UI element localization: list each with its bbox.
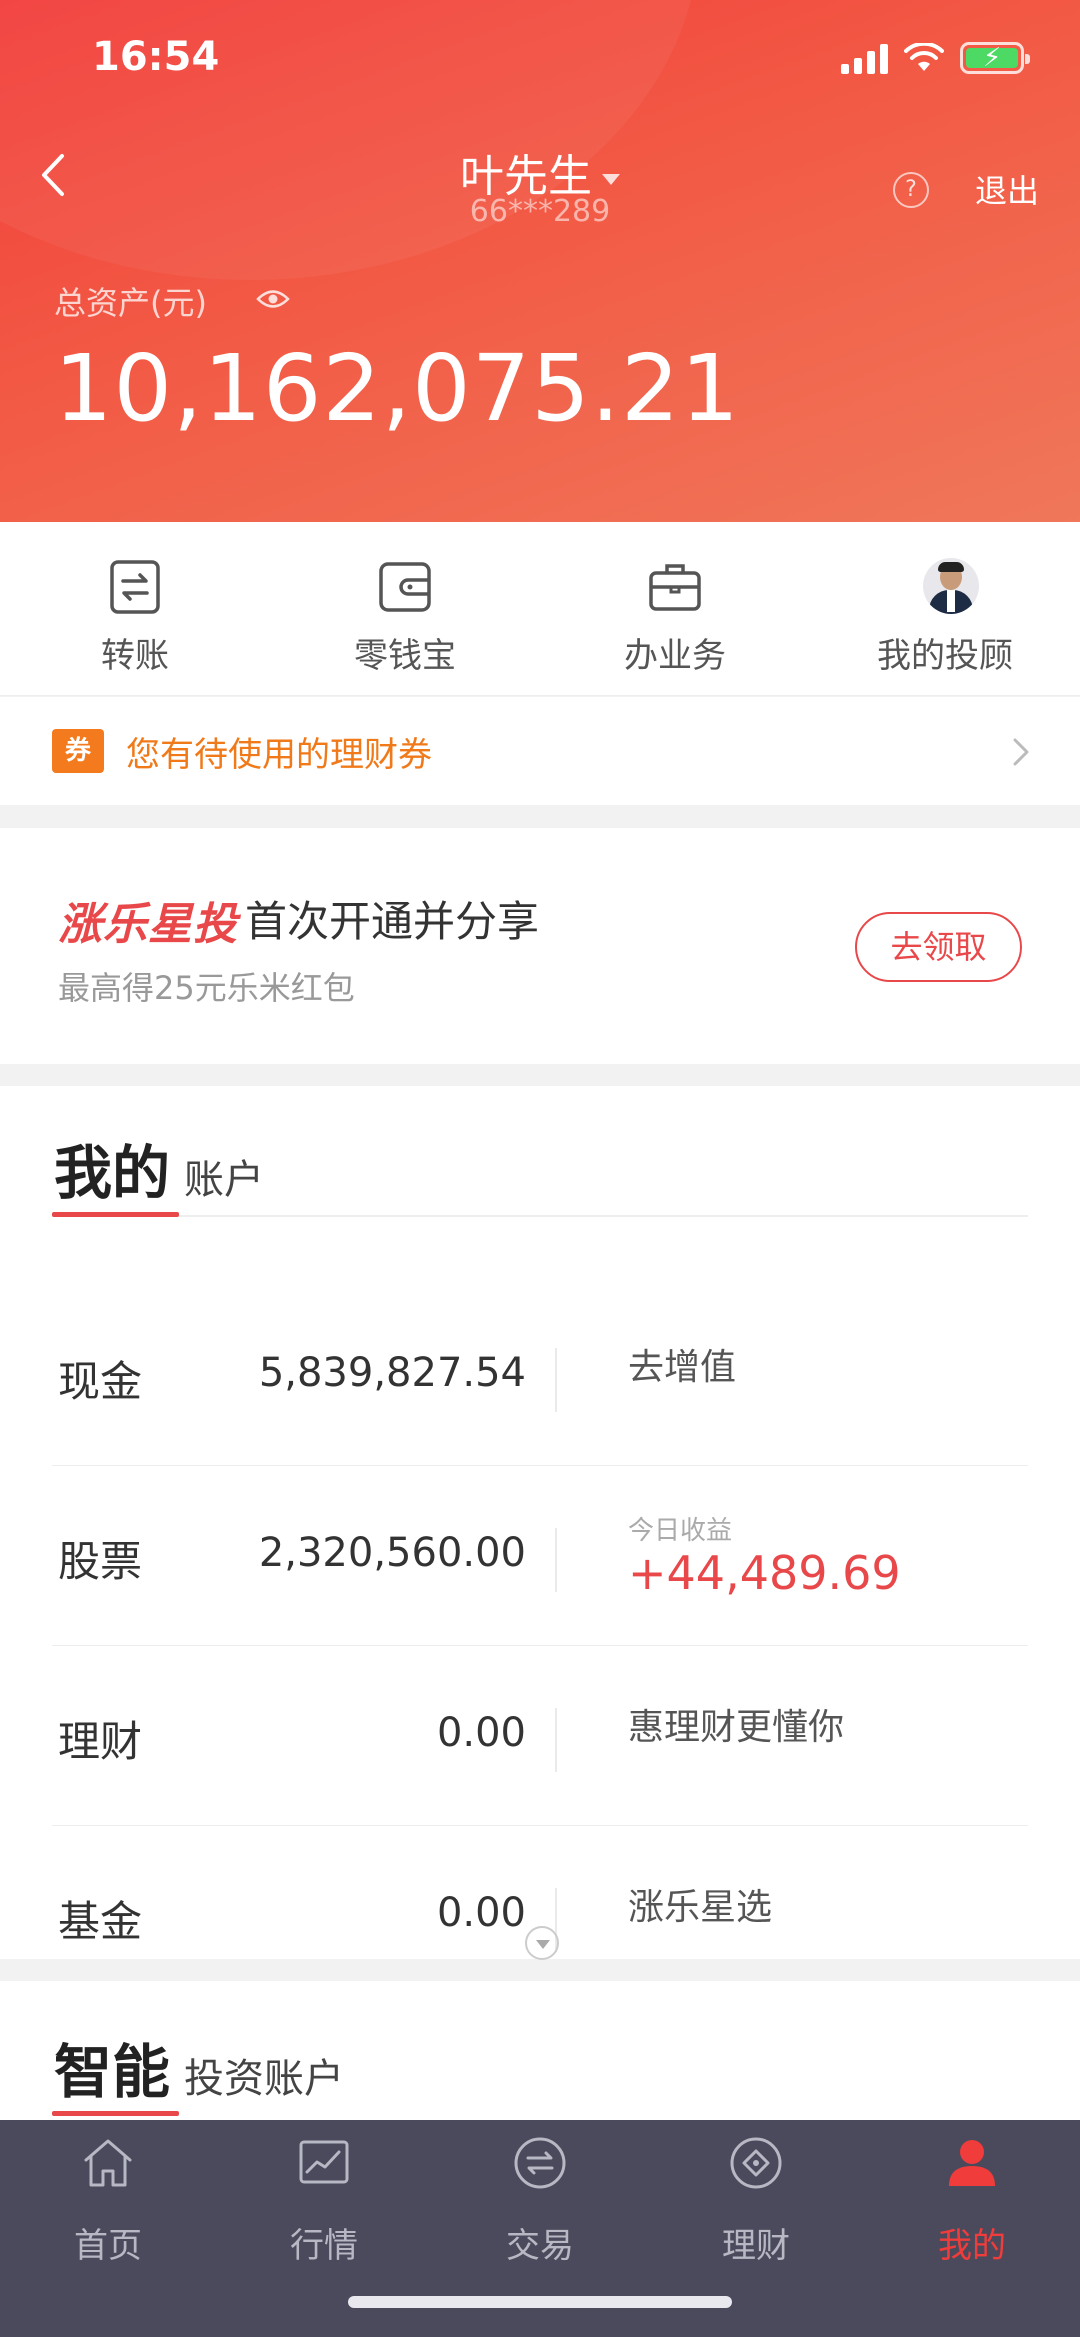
total-assets-label: 总资产(元) (54, 284, 207, 322)
signal-icon (841, 42, 888, 74)
section-title: 智能 投资账户 (54, 2025, 344, 2109)
row-action-link[interactable]: 惠理财更懂你 (628, 1698, 844, 1750)
section-title-main: 智能 (54, 2038, 171, 2106)
row-divider (555, 1348, 557, 1412)
section-title: 我的 账户 (54, 1126, 264, 1210)
my-account-section: 我的 账户 现金 5,839,827.54 去增值 股票 2,320,560.00… (0, 1086, 1080, 1960)
quick-action-wallet[interactable]: 零钱宝 (270, 522, 540, 696)
help-icon[interactable]: ? (893, 172, 929, 208)
section-title-main: 我的 (54, 1139, 171, 1207)
eye-icon[interactable] (256, 288, 290, 310)
section-title-sub: 账户 (184, 1157, 265, 1203)
tab-market[interactable]: 行情 (216, 2120, 432, 2300)
quick-action-label: 转账 (101, 636, 169, 676)
promo-card: 涨乐星投 首次开通并分享 最高得25元乐米红包 去领取 (0, 828, 1080, 1064)
row-amount: 0.00 (436, 1710, 526, 1756)
quick-action-label: 零钱宝 (354, 636, 456, 676)
finance-icon (730, 2137, 782, 2189)
advisor-avatar (923, 558, 979, 614)
row-name: 基金 (58, 1897, 143, 1946)
smart-investment-section: 智能 投资账户 (0, 1981, 1080, 2121)
status-icons: ⚡ (841, 38, 1030, 78)
row-amount: 5,839,827.54 (258, 1350, 526, 1396)
quick-action-label: 我的投顾 (877, 636, 1013, 676)
tab-label: 行情 (290, 2226, 358, 2266)
tab-label: 交易 (506, 2226, 574, 2266)
row-action-link[interactable]: 涨乐星选 (628, 1878, 772, 1930)
section-underline (52, 2111, 179, 2116)
coupon-text: 您有待使用的理财券 (126, 735, 432, 775)
today-earnings-value: +44,489.69 (628, 1546, 901, 1600)
promo-brand-logo: 涨乐星投 (58, 899, 238, 950)
quick-action-transfer[interactable]: 转账 (0, 522, 270, 696)
row-name: 理财 (58, 1717, 143, 1766)
account-row-stocks[interactable]: 股票 2,320,560.00 今日收益 +44,489.69 (52, 1466, 1028, 1646)
account-header: 16:54 ⚡ 叶先生 66***289 ? 退出 总资产(元) 10,162,… (0, 0, 1080, 522)
coupon-icon: 券 (52, 729, 104, 773)
trade-icon (514, 2137, 566, 2189)
home-indicator (348, 2296, 732, 2308)
wifi-icon (904, 43, 944, 71)
transfer-icon (110, 560, 160, 614)
coupon-banner[interactable]: 券 您有待使用的理财券 (0, 697, 1080, 805)
today-earnings-label: 今日收益 (628, 1516, 733, 1546)
wallet-icon (379, 562, 431, 612)
tab-home[interactable]: 首页 (0, 2120, 216, 2300)
quick-action-business[interactable]: 办业务 (540, 522, 810, 696)
row-amount: 0.00 (436, 1890, 526, 1936)
row-divider (555, 1528, 557, 1592)
profile-icon (949, 2140, 995, 2186)
row-amount: 2,320,560.00 (258, 1530, 526, 1576)
battery-icon: ⚡ (960, 42, 1030, 74)
quick-action-advisor[interactable]: 我的投顾 (810, 522, 1080, 696)
total-assets-value: 10,162,075.21 (54, 335, 741, 442)
quick-actions: 转账 零钱宝 办业务 我的投顾 (0, 522, 1080, 696)
claim-button[interactable]: 去领取 (855, 912, 1022, 982)
tab-finance[interactable]: 理财 (648, 2120, 864, 2300)
row-divider (555, 1708, 557, 1772)
promo-title: 首次开通并分享 (245, 897, 540, 946)
briefcase-icon (649, 564, 701, 611)
chevron-right-icon (1013, 738, 1029, 766)
row-action-link[interactable]: 去增值 (628, 1338, 736, 1390)
chart-icon (299, 2140, 349, 2184)
row-name: 股票 (58, 1537, 143, 1586)
tab-profile[interactable]: 我的 (864, 2120, 1080, 2300)
section-title-sub: 投资账户 (184, 2056, 345, 2102)
promo-subtitle: 最高得25元乐米红包 (58, 969, 355, 1007)
logout-button[interactable]: 退出 (975, 166, 1039, 212)
account-row-cash[interactable]: 现金 5,839,827.54 去增值 (52, 1286, 1028, 1466)
section-underline (52, 1212, 179, 1217)
section-divider (52, 1215, 1028, 1217)
tab-label: 我的 (938, 2226, 1006, 2266)
quick-action-label: 办业务 (624, 636, 726, 676)
row-name: 现金 (58, 1357, 143, 1406)
account-row-funds[interactable]: 基金 0.00 涨乐星选 (52, 1826, 1028, 2006)
expand-icon[interactable] (525, 1926, 559, 1960)
tab-trade[interactable]: 交易 (432, 2120, 648, 2300)
tab-label: 首页 (74, 2226, 142, 2266)
tab-label: 理财 (722, 2226, 790, 2266)
chevron-down-icon (602, 173, 620, 185)
account-row-wealth[interactable]: 理财 0.00 惠理财更懂你 (52, 1646, 1028, 1826)
status-time: 16:54 (92, 34, 220, 80)
home-icon (84, 2139, 132, 2187)
